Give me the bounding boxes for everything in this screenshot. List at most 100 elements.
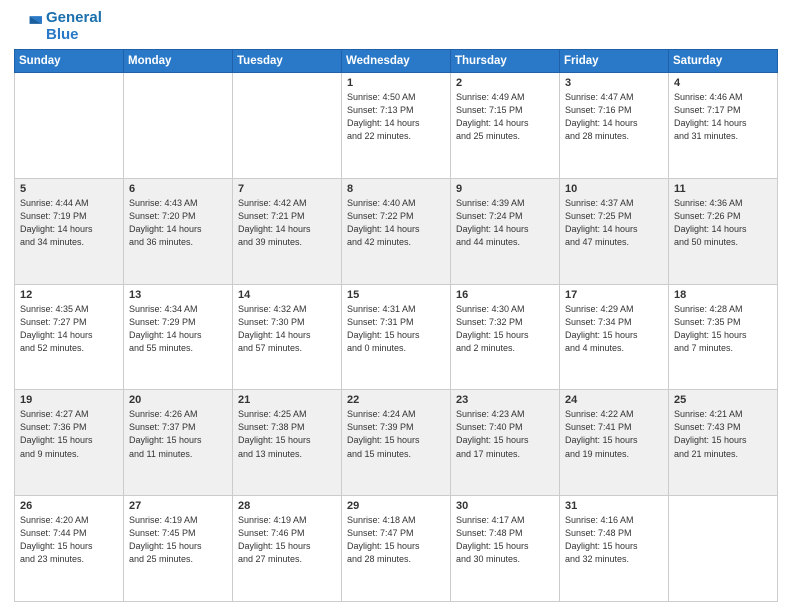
day-cell-12: 12 Sunrise: 4:35 AMSunset: 7:27 PMDayligh…	[15, 284, 124, 390]
day-number: 13	[129, 289, 227, 301]
day-cell-7: 7 Sunrise: 4:42 AMSunset: 7:21 PMDaylight…	[233, 178, 342, 284]
header-wednesday: Wednesday	[342, 50, 451, 73]
day-number: 20	[129, 394, 227, 406]
day-info: Sunrise: 4:19 AMSunset: 7:45 PMDaylight:…	[129, 514, 227, 566]
day-number: 14	[238, 289, 336, 301]
day-info: Sunrise: 4:22 AMSunset: 7:41 PMDaylight:…	[565, 408, 663, 460]
logo-text: General Blue	[46, 10, 102, 43]
header-thursday: Thursday	[451, 50, 560, 73]
day-number: 23	[456, 394, 554, 406]
day-number: 15	[347, 289, 445, 301]
header-monday: Monday	[124, 50, 233, 73]
day-number: 22	[347, 394, 445, 406]
header-tuesday: Tuesday	[233, 50, 342, 73]
day-info: Sunrise: 4:29 AMSunset: 7:34 PMDaylight:…	[565, 303, 663, 355]
day-cell-31: 31 Sunrise: 4:16 AMSunset: 7:48 PMDayligh…	[560, 496, 669, 602]
day-number: 3	[565, 77, 663, 89]
day-number: 6	[129, 183, 227, 195]
day-cell-27: 27Sunrise: 4:19 AMSunset: 7:45 PMDayligh…	[124, 496, 233, 602]
day-number: 25	[674, 394, 772, 406]
day-number: 10	[565, 183, 663, 195]
header-saturday: Saturday	[669, 50, 778, 73]
header-sunday: Sunday	[15, 50, 124, 73]
day-info: Sunrise: 4:42 AMSunset: 7:21 PMDaylight:…	[238, 197, 336, 249]
empty-cell	[124, 73, 233, 179]
day-info: Sunrise: 4:26 AMSunset: 7:37 PMDaylight:…	[129, 408, 227, 460]
day-cell-2: 2 Sunrise: 4:49 AMSunset: 7:15 PMDaylight…	[451, 73, 560, 179]
day-info: Sunrise: 4:16 AMSunset: 7:48 PMDaylight:…	[565, 514, 663, 566]
day-cell-23: 23Sunrise: 4:23 AMSunset: 7:40 PMDayligh…	[451, 390, 560, 496]
day-number: 5	[20, 183, 118, 195]
day-cell-20: 20 Sunrise: 4:26 AMSunset: 7:37 PMDayligh…	[124, 390, 233, 496]
day-info: Sunrise: 4:31 AMSunset: 7:31 PMDaylight:…	[347, 303, 445, 355]
day-info: Sunrise: 4:30 AMSunset: 7:32 PMDaylight:…	[456, 303, 554, 355]
day-cell-26: 26Sunrise: 4:20 AMSunset: 7:44 PMDayligh…	[15, 496, 124, 602]
day-cell-29: 29Sunrise: 4:18 AMSunset: 7:47 PMDayligh…	[342, 496, 451, 602]
day-cell-28: 28Sunrise: 4:19 AMSunset: 7:46 PMDayligh…	[233, 496, 342, 602]
header: General Blue	[14, 10, 778, 43]
day-info: Sunrise: 4:17 AMSunset: 7:48 PMDaylight:…	[456, 514, 554, 566]
page: General Blue SundayMondayTuesdayWednesda…	[0, 0, 792, 612]
day-number: 16	[456, 289, 554, 301]
day-info: Sunrise: 4:39 AMSunset: 7:24 PMDaylight:…	[456, 197, 554, 249]
week-row-1: 1 Sunrise: 4:50 AMSunset: 7:13 PMDaylight…	[15, 73, 778, 179]
day-info: Sunrise: 4:36 AMSunset: 7:26 PMDaylight:…	[674, 197, 772, 249]
day-number: 17	[565, 289, 663, 301]
calendar: SundayMondayTuesdayWednesdayThursdayFrid…	[14, 49, 778, 602]
day-cell-24: 24 Sunrise: 4:22 AMSunset: 7:41 PMDayligh…	[560, 390, 669, 496]
day-number: 4	[674, 77, 772, 89]
day-number: 18	[674, 289, 772, 301]
day-number: 11	[674, 183, 772, 195]
week-row-3: 12 Sunrise: 4:35 AMSunset: 7:27 PMDayligh…	[15, 284, 778, 390]
day-number: 24	[565, 394, 663, 406]
day-cell-17: 17 Sunrise: 4:29 AMSunset: 7:34 PMDayligh…	[560, 284, 669, 390]
day-info: Sunrise: 4:35 AMSunset: 7:27 PMDaylight:…	[20, 303, 118, 355]
day-number: 21	[238, 394, 336, 406]
day-number: 19	[20, 394, 118, 406]
empty-cell	[233, 73, 342, 179]
day-cell-21: 21 Sunrise: 4:25 AMSunset: 7:38 PMDayligh…	[233, 390, 342, 496]
empty-cell	[15, 73, 124, 179]
day-number: 9	[456, 183, 554, 195]
day-cell-11: 11 Sunrise: 4:36 AMSunset: 7:26 PMDayligh…	[669, 178, 778, 284]
day-cell-18: 18 Sunrise: 4:28 AMSunset: 7:35 PMDayligh…	[669, 284, 778, 390]
day-info: Sunrise: 4:37 AMSunset: 7:25 PMDaylight:…	[565, 197, 663, 249]
day-cell-5: 5Sunrise: 4:44 AMSunset: 7:19 PMDaylight…	[15, 178, 124, 284]
day-number: 2	[456, 77, 554, 89]
day-info: Sunrise: 4:49 AMSunset: 7:15 PMDaylight:…	[456, 91, 554, 143]
day-cell-19: 19Sunrise: 4:27 AMSunset: 7:36 PMDayligh…	[15, 390, 124, 496]
day-number: 8	[347, 183, 445, 195]
day-cell-3: 3 Sunrise: 4:47 AMSunset: 7:16 PMDaylight…	[560, 73, 669, 179]
day-number: 7	[238, 183, 336, 195]
day-info: Sunrise: 4:32 AMSunset: 7:30 PMDaylight:…	[238, 303, 336, 355]
day-cell-22: 22 Sunrise: 4:24 AMSunset: 7:39 PMDayligh…	[342, 390, 451, 496]
day-info: Sunrise: 4:47 AMSunset: 7:16 PMDaylight:…	[565, 91, 663, 143]
day-info: Sunrise: 4:50 AMSunset: 7:13 PMDaylight:…	[347, 91, 445, 143]
day-number: 29	[347, 500, 445, 512]
day-cell-8: 8 Sunrise: 4:40 AMSunset: 7:22 PMDaylight…	[342, 178, 451, 284]
header-row: SundayMondayTuesdayWednesdayThursdayFrid…	[15, 50, 778, 73]
day-number: 26	[20, 500, 118, 512]
day-number: 1	[347, 77, 445, 89]
day-number: 12	[20, 289, 118, 301]
day-cell-14: 14 Sunrise: 4:32 AMSunset: 7:30 PMDayligh…	[233, 284, 342, 390]
header-friday: Friday	[560, 50, 669, 73]
logo: General Blue	[14, 10, 102, 43]
day-info: Sunrise: 4:43 AMSunset: 7:20 PMDaylight:…	[129, 197, 227, 249]
day-info: Sunrise: 4:24 AMSunset: 7:39 PMDaylight:…	[347, 408, 445, 460]
day-info: Sunrise: 4:25 AMSunset: 7:38 PMDaylight:…	[238, 408, 336, 460]
week-row-4: 19Sunrise: 4:27 AMSunset: 7:36 PMDayligh…	[15, 390, 778, 496]
day-cell-10: 10 Sunrise: 4:37 AMSunset: 7:25 PMDayligh…	[560, 178, 669, 284]
day-cell-4: 4 Sunrise: 4:46 AMSunset: 7:17 PMDaylight…	[669, 73, 778, 179]
day-info: Sunrise: 4:46 AMSunset: 7:17 PMDaylight:…	[674, 91, 772, 143]
day-info: Sunrise: 4:28 AMSunset: 7:35 PMDaylight:…	[674, 303, 772, 355]
day-info: Sunrise: 4:21 AMSunset: 7:43 PMDaylight:…	[674, 408, 772, 460]
day-number: 31	[565, 500, 663, 512]
day-cell-6: 6 Sunrise: 4:43 AMSunset: 7:20 PMDaylight…	[124, 178, 233, 284]
day-info: Sunrise: 4:40 AMSunset: 7:22 PMDaylight:…	[347, 197, 445, 249]
logo-icon	[14, 13, 42, 41]
day-cell-9: 9 Sunrise: 4:39 AMSunset: 7:24 PMDaylight…	[451, 178, 560, 284]
day-cell-13: 13Sunrise: 4:34 AMSunset: 7:29 PMDayligh…	[124, 284, 233, 390]
week-row-5: 26Sunrise: 4:20 AMSunset: 7:44 PMDayligh…	[15, 496, 778, 602]
day-cell-16: 16 Sunrise: 4:30 AMSunset: 7:32 PMDayligh…	[451, 284, 560, 390]
